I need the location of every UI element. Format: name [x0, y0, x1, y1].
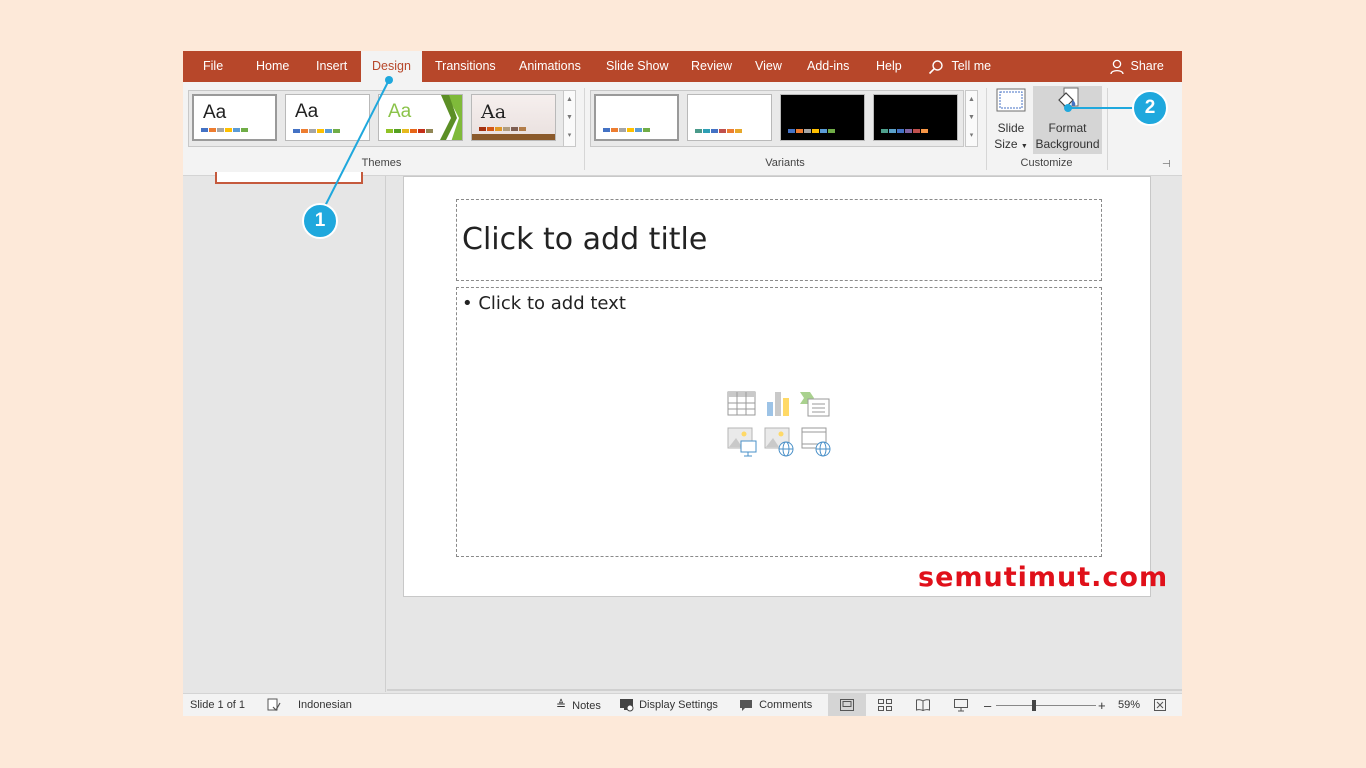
watermark: semutimut.com — [918, 562, 1169, 593]
callout-badge-1: 1 — [302, 203, 338, 239]
callout-badge-2: 2 — [1132, 90, 1168, 126]
